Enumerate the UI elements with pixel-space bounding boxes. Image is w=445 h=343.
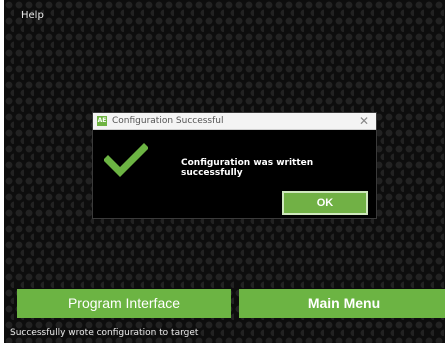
ok-button[interactable]: OK <box>282 191 368 215</box>
dialog-message: Configuration was written successfully <box>181 158 314 178</box>
status-bar-text: Successfully wrote configuration to targ… <box>10 328 199 338</box>
app-icon: AE <box>97 116 107 126</box>
dialog-title-bar: AE Configuration Successful ✕ <box>93 113 376 130</box>
main-menu-button[interactable]: Main Menu <box>239 289 445 318</box>
app-window: Help AE Configuration Successful ✕ Confi… <box>0 0 445 343</box>
close-icon[interactable]: ✕ <box>359 114 369 128</box>
checkmark-icon <box>104 143 148 177</box>
success-dialog: AE Configuration Successful ✕ Configurat… <box>92 112 377 219</box>
dialog-title: Configuration Successful <box>112 116 224 126</box>
menu-help[interactable]: Help <box>21 10 44 21</box>
program-interface-button[interactable]: Program Interface <box>17 289 231 318</box>
